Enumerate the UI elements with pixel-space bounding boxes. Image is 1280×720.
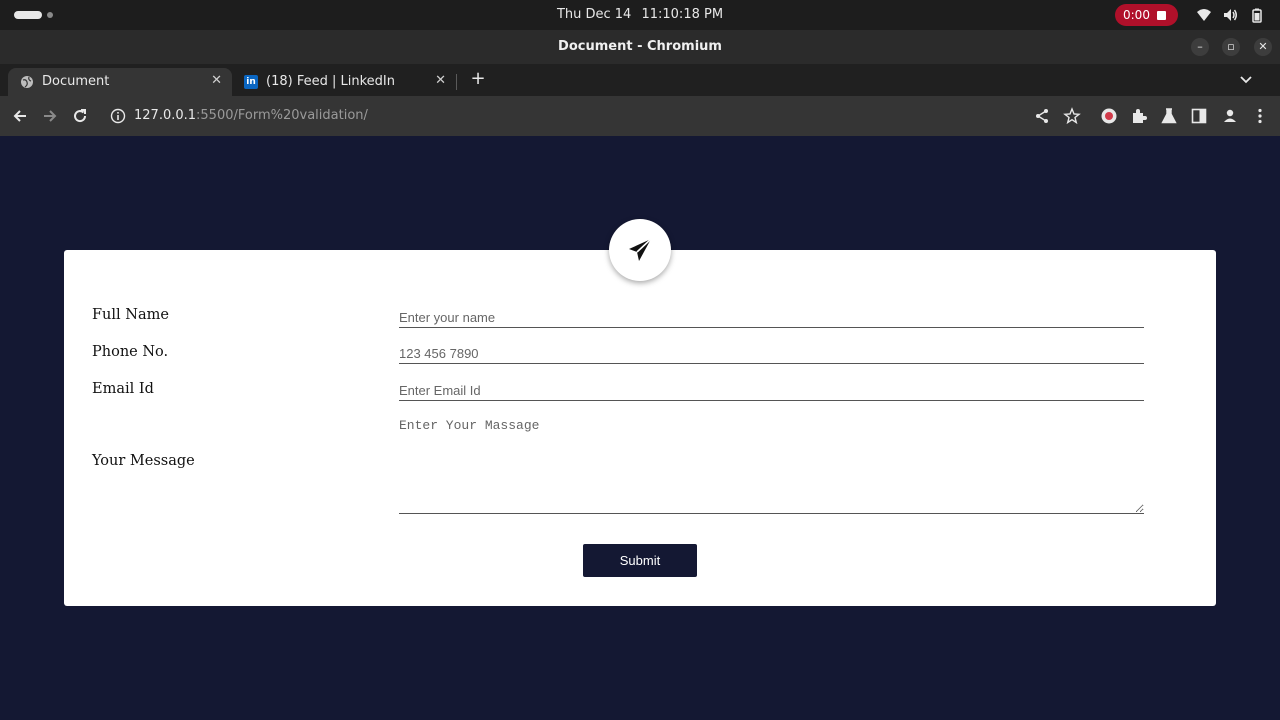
message-label: Your Message	[92, 453, 195, 469]
forward-icon[interactable]	[41, 107, 59, 125]
side-panel-icon[interactable]	[1190, 107, 1208, 125]
paper-plane-icon	[629, 238, 652, 261]
reload-icon[interactable]	[71, 107, 89, 125]
share-icon[interactable]	[1033, 107, 1051, 125]
globe-icon	[21, 76, 33, 88]
minimize-button[interactable]: –	[1191, 38, 1209, 56]
submit-button[interactable]: Submit	[583, 544, 697, 577]
clock-day: Thu Dec 14	[556, 7, 632, 22]
screen-recording-indicator[interactable]: 0:00	[1115, 4, 1178, 26]
back-icon[interactable]	[11, 107, 29, 125]
star-icon[interactable]	[1063, 107, 1081, 125]
tab-linkedin[interactable]: in (18) Feed | LinkedIn ✕	[232, 68, 456, 96]
menu-kebab-icon[interactable]	[1251, 107, 1269, 125]
full-name-input[interactable]	[399, 308, 1144, 328]
email-label: Email Id	[92, 381, 154, 397]
volume-icon[interactable]	[1222, 7, 1238, 23]
address-bar[interactable]: 127.0.0.1:5500/Form%20validation/	[100, 100, 1090, 132]
extensions-puzzle-icon[interactable]	[1130, 107, 1148, 125]
contact-form-card: Full Name Phone No. Email Id Your Messag…	[64, 250, 1216, 606]
labs-flask-icon[interactable]	[1160, 107, 1178, 125]
profile-icon[interactable]	[1221, 107, 1239, 125]
email-input[interactable]	[399, 381, 1144, 401]
phone-label: Phone No.	[92, 344, 169, 360]
window-titlebar: Document - Chromium – ▫ ✕	[0, 30, 1280, 64]
clock-time: 11:10:18 PM	[641, 7, 724, 22]
stop-icon	[1157, 11, 1166, 20]
maximize-button[interactable]: ▫	[1222, 38, 1240, 56]
close-window-button[interactable]: ✕	[1254, 38, 1272, 56]
system-clock[interactable]: Thu Dec 14 11:10:18 PM	[0, 7, 1280, 22]
extension-record-icon[interactable]	[1100, 107, 1118, 125]
full-name-label: Full Name	[92, 307, 169, 323]
recording-time: 0:00	[1123, 8, 1150, 22]
phone-input[interactable]	[399, 344, 1144, 364]
tab-strip: Document ✕ in (18) Feed | LinkedIn ✕ +	[0, 64, 1280, 96]
url-host: 127.0.0.1	[134, 108, 197, 123]
window-title: Document - Chromium	[558, 39, 722, 54]
tab-label: (18) Feed | LinkedIn	[266, 74, 395, 89]
battery-icon[interactable]	[1249, 7, 1265, 23]
chevron-down-icon[interactable]	[1237, 70, 1255, 88]
form-badge	[609, 219, 671, 281]
tab-label: Document	[42, 74, 110, 89]
wifi-icon[interactable]	[1196, 7, 1212, 23]
message-textarea[interactable]	[399, 416, 1144, 514]
browser-toolbar: 127.0.0.1:5500/Form%20validation/	[0, 96, 1280, 136]
url-path: :5500/Form%20validation/	[196, 108, 368, 123]
tab-close-icon[interactable]: ✕	[211, 73, 222, 88]
tab-close-icon[interactable]: ✕	[435, 73, 446, 88]
info-icon[interactable]	[110, 108, 126, 124]
linkedin-icon: in	[244, 75, 258, 89]
tab-document[interactable]: Document ✕	[8, 68, 232, 96]
url-text: 127.0.0.1:5500/Form%20validation/	[134, 108, 368, 123]
tab-separator	[456, 74, 457, 90]
new-tab-button[interactable]: +	[468, 69, 488, 89]
system-top-bar: Thu Dec 14 11:10:18 PM 0:00	[0, 0, 1280, 30]
